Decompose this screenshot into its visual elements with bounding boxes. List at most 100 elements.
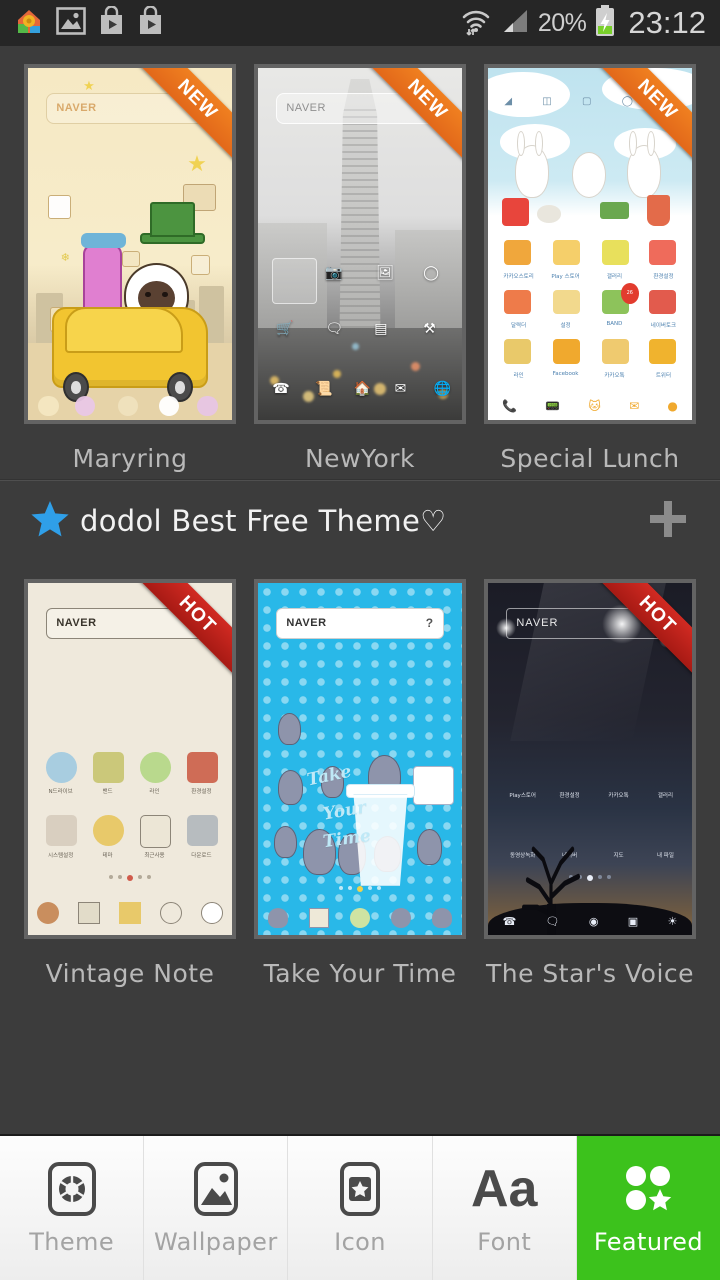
theme-thumbnail[interactable]: NAVER ☆ xyxy=(484,579,696,939)
theme-thumbnail[interactable]: ◢ ◫ ▢ ◯ 🍴 xyxy=(484,64,696,424)
app-label: 환경설정 xyxy=(559,792,580,799)
downloads-icon xyxy=(187,815,218,846)
app-icon xyxy=(553,240,580,266)
play-store-icon xyxy=(98,5,125,40)
cat-icon: 🐱 xyxy=(588,398,601,413)
app-icon xyxy=(649,240,676,266)
planet-icon: ◉ xyxy=(588,914,599,928)
theme-card-maryring[interactable]: NAVER ★ ★ ❄ NEW Maryring xyxy=(24,64,236,473)
character xyxy=(274,825,297,858)
app-label: 트위터 xyxy=(655,372,672,379)
plus-icon[interactable] xyxy=(644,495,692,547)
calendar-icon xyxy=(309,907,330,928)
nav-label: Icon xyxy=(334,1228,386,1256)
app-label: 환경설정 xyxy=(191,789,212,796)
take-your-time-preview: NAVER ? Take Your Time xyxy=(258,583,462,935)
browser-icon: 🌐 xyxy=(433,381,451,398)
status-bar[interactable]: 20% 23:12 xyxy=(0,0,720,46)
section-title: dodol Best Free Theme♡ xyxy=(80,504,447,538)
phone-icon: ☎ xyxy=(272,381,290,398)
gallery-icon: 🖼 xyxy=(376,265,395,282)
phone-icon: ▢ xyxy=(582,96,592,108)
theme-card-the-stars-voice[interactable]: NAVER ☆ xyxy=(484,579,696,988)
app-label: 테마 xyxy=(102,852,113,859)
phone-icon: ☎ xyxy=(502,914,517,928)
messages-icon xyxy=(349,907,370,928)
gallery-constellation-icon xyxy=(647,755,692,807)
theme-card-newyork[interactable]: NAVER 📷 🖼 ◯ 🛒 🗨 ▤ ⚒ ☎ 📜 🏠 ✉ 🌐 NEW NewYor… xyxy=(254,64,466,473)
note-icon xyxy=(121,251,141,268)
app-label: 설정 xyxy=(560,323,571,330)
kakaotalk-constellation-icon: TALK xyxy=(600,755,655,810)
help-icon[interactable]: ? xyxy=(426,616,434,630)
dock xyxy=(258,907,462,928)
battery-percent-label: 20% xyxy=(537,8,587,37)
app-label: 최근사용 xyxy=(144,852,165,859)
twitter-icon xyxy=(649,339,676,364)
message-icon: 🗨 xyxy=(325,321,344,338)
mail-icon: ✉ xyxy=(629,398,640,413)
status-bar-right-icons: 20% 23:12 xyxy=(460,5,706,41)
dock: 📞 📟 🐱 ✉ ● xyxy=(488,399,692,413)
page-indicator xyxy=(258,885,462,892)
settings-constellation-icon xyxy=(551,755,607,809)
play-store-constellation-icon xyxy=(504,755,559,807)
star-decoration: ★ xyxy=(83,78,95,94)
nav-item-featured[interactable]: Featured xyxy=(576,1136,720,1280)
naver-search-bar[interactable]: NAVER ? xyxy=(276,607,444,640)
app-icon xyxy=(649,289,676,315)
clock-icon: ◯ xyxy=(423,265,439,282)
green-hat xyxy=(150,201,196,237)
theme-icon xyxy=(45,1160,99,1218)
nav-item-font[interactable]: Aa Font xyxy=(432,1136,577,1280)
theme-thumbnail[interactable]: NAVER ? Take Your Time xyxy=(254,579,466,939)
home-icon: 🏠 xyxy=(353,381,372,398)
play-store-icon-2 xyxy=(137,5,164,40)
fork-icon xyxy=(600,201,629,220)
browser-icon: ☀ xyxy=(667,914,678,928)
ndrive-icon xyxy=(46,751,77,783)
app-label: 라인 xyxy=(513,372,524,379)
wifi-icon: ◢ xyxy=(504,96,513,108)
camera-icon: 📷 xyxy=(325,265,343,282)
app-label: 갤러리 xyxy=(657,792,674,799)
app-label: 달력더 xyxy=(511,323,527,330)
widget-box xyxy=(413,766,454,805)
theme-icon xyxy=(93,815,124,846)
naver-label: NAVER xyxy=(56,617,97,630)
browser-icon: ● xyxy=(667,398,678,413)
new-themes-grid: NAVER ★ ★ ❄ NEW Maryring NAVER 📷 🖼 ◯ 🛒 🗨… xyxy=(0,46,720,479)
mail-icon xyxy=(48,194,71,220)
battery-charging-icon xyxy=(594,5,616,41)
section-header: dodol Best Free Theme♡ xyxy=(0,481,720,561)
theme-thumbnail[interactable]: NAVER 📷 🖼 ◯ 🛒 🗨 ▤ ⚒ ☎ 📜 🏠 ✉ 🌐 NEW xyxy=(254,64,466,424)
app-label: 다운로드 xyxy=(191,852,212,859)
nav-item-wallpaper[interactable]: Wallpaper xyxy=(144,1136,289,1280)
dock-icon xyxy=(38,396,59,417)
character-hat xyxy=(81,233,126,248)
nav-item-icon[interactable]: Icon xyxy=(288,1136,433,1280)
theme-card-special-lunch[interactable]: ◢ ◫ ▢ ◯ 🍴 xyxy=(484,64,696,473)
nav-item-theme[interactable]: Theme xyxy=(0,1136,145,1280)
featured-icon xyxy=(620,1160,676,1218)
theme-thumbnail[interactable]: NAVER 🎤 N드라이브 밴드 라인 환경설정 시스템설정 xyxy=(24,579,236,939)
app-label: 갤러리 xyxy=(606,274,623,281)
recent-apps-icon xyxy=(140,815,171,848)
calculator-icon: ▤ xyxy=(374,321,388,338)
app-label: 밴드 xyxy=(102,789,113,796)
phone-icon xyxy=(268,907,289,928)
theme-thumbnail[interactable]: NAVER ★ ★ ❄ NEW xyxy=(24,64,236,424)
font-icon: Aa xyxy=(470,1160,538,1218)
nav-label: Featured xyxy=(593,1228,703,1256)
settings-icon xyxy=(187,751,218,783)
theme-name-label: The Star's Voice xyxy=(485,959,695,988)
theme-card-vintage-note[interactable]: NAVER 🎤 N드라이브 밴드 라인 환경설정 시스템설정 xyxy=(24,579,236,988)
band-icon xyxy=(93,751,124,783)
my-files-constellation-icon xyxy=(647,815,692,865)
theme-card-take-your-time[interactable]: NAVER ? Take Your Time Take Your Time xyxy=(254,579,466,988)
cart-icon: 🛒 xyxy=(276,321,294,338)
character xyxy=(278,769,303,805)
bottom-navigation-bar[interactable]: Theme Wallpaper Icon Aa Font Featured xyxy=(0,1134,720,1280)
apps-icon xyxy=(159,902,182,925)
browser-icon xyxy=(200,902,223,925)
